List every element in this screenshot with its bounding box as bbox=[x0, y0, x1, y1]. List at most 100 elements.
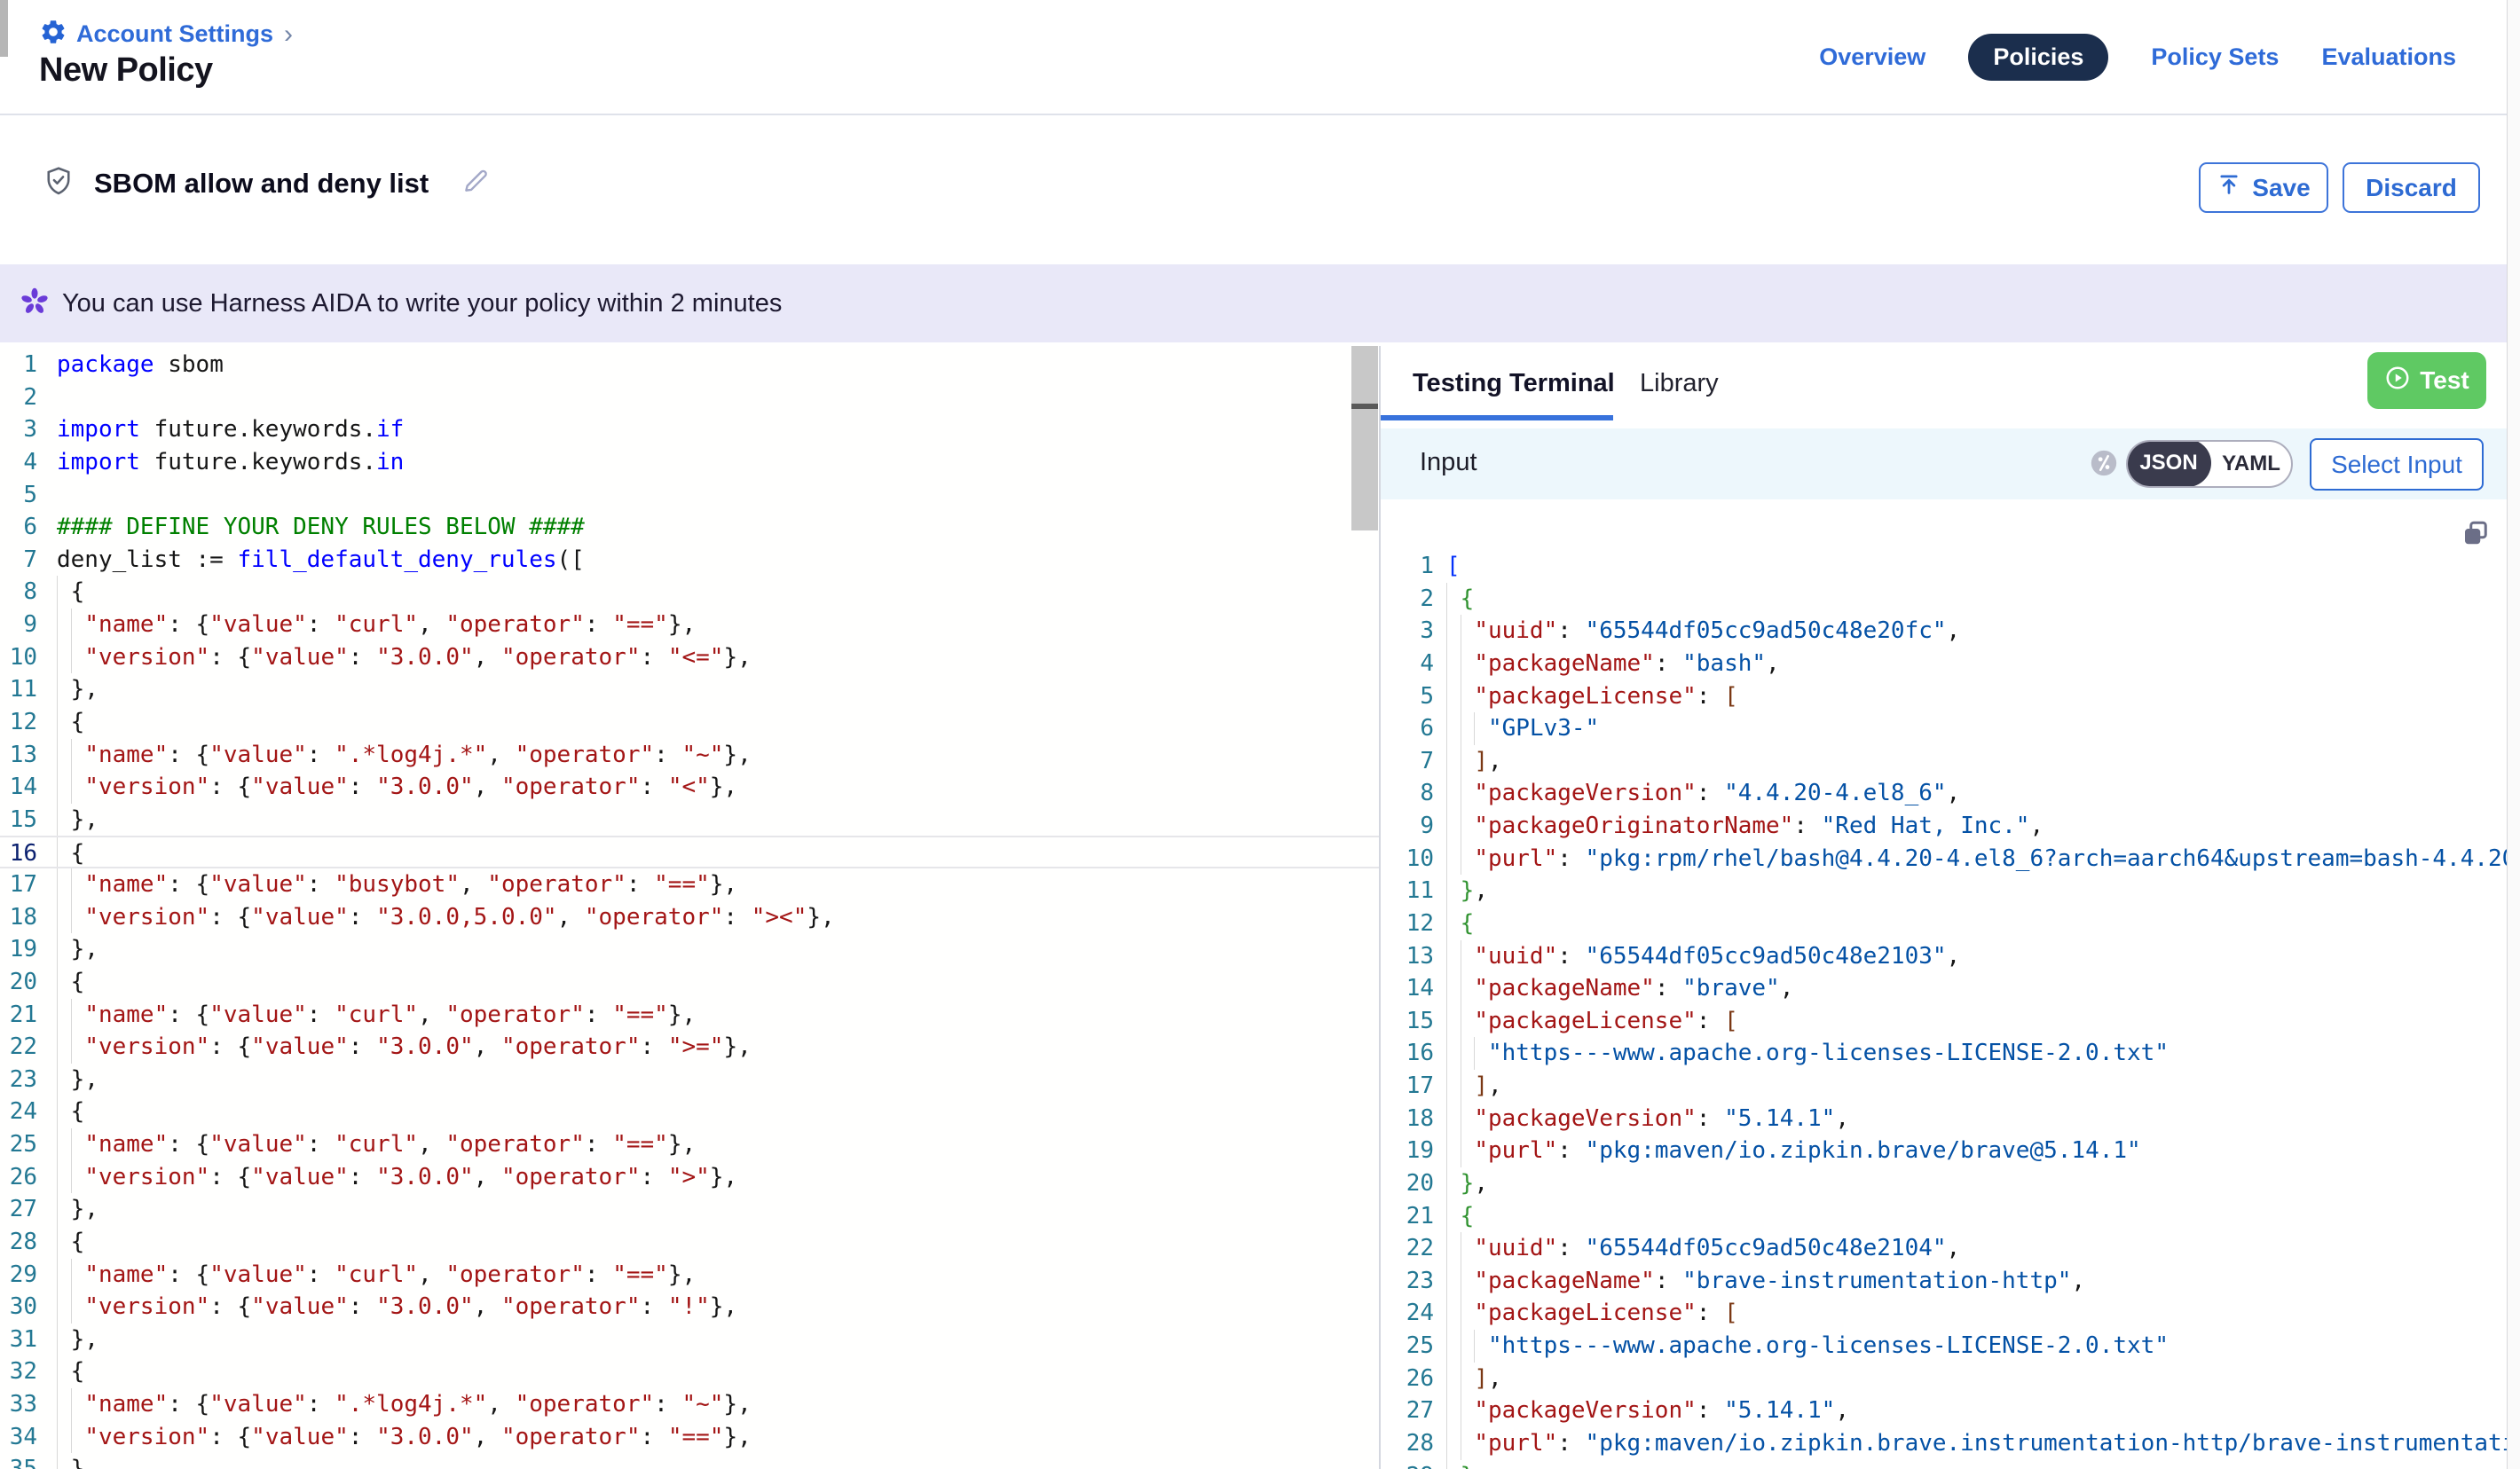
code-line: 14 "packageName": "brave", bbox=[1381, 972, 2507, 1005]
code-line: 18 "version": {"value": "3.0.0,5.0.0", "… bbox=[0, 901, 1379, 934]
code-line: 26 "version": {"value": "3.0.0", "operat… bbox=[0, 1161, 1379, 1194]
code-line: 21 "name": {"value": "curl", "operator":… bbox=[0, 999, 1379, 1032]
editor-scrollbar[interactable] bbox=[1351, 346, 1378, 530]
code-line: 20 }, bbox=[1381, 1167, 2507, 1200]
input-toolbar: Input JSON YAML Select Input bbox=[1381, 428, 2507, 499]
code-line: 19 }, bbox=[0, 933, 1379, 966]
code-line: 8 { bbox=[0, 576, 1379, 609]
code-line: 29 }, bbox=[1381, 1460, 2507, 1469]
code-line: 3 "uuid": "65544df05cc9ad50c48e20fc", bbox=[1381, 615, 2507, 648]
code-line: 12 { bbox=[1381, 907, 2507, 940]
code-line: 6 "GPLv3-" bbox=[1381, 712, 2507, 745]
code-line: 9 "name": {"value": "curl", "operator": … bbox=[0, 609, 1379, 641]
shield-check-icon bbox=[43, 165, 75, 201]
nav-overview[interactable]: Overview bbox=[1819, 43, 1925, 71]
window-edge bbox=[0, 0, 8, 57]
code-line: 21 { bbox=[1381, 1200, 2507, 1233]
code-line: 11 }, bbox=[1381, 875, 2507, 907]
code-line: 33 "name": {"value": ".*log4j.*", "opera… bbox=[0, 1388, 1379, 1421]
code-line: 17 "name": {"value": "busybot", "operato… bbox=[0, 868, 1379, 901]
code-line: 10 "version": {"value": "3.0.0", "operat… bbox=[0, 641, 1379, 674]
code-line: 15 "packageLicense": [ bbox=[1381, 1005, 2507, 1038]
code-line: 30 "version": {"value": "3.0.0", "operat… bbox=[0, 1291, 1379, 1324]
code-line: 16 "https---www.apache.org-licenses-LICE… bbox=[1381, 1037, 2507, 1070]
code-line: 11 }, bbox=[0, 673, 1379, 706]
settings-gear-icon bbox=[39, 18, 67, 51]
code-line: 26 ], bbox=[1381, 1363, 2507, 1395]
code-line: 12 { bbox=[0, 706, 1379, 739]
policy-title-row: SBOM allow and deny list bbox=[43, 165, 491, 201]
page-scrollbar[interactable] bbox=[2507, 0, 2520, 1469]
code-line: 29 "name": {"value": "curl", "operator":… bbox=[0, 1259, 1379, 1292]
cursor-position-marker bbox=[1351, 404, 1378, 409]
page-title: New Policy bbox=[39, 51, 213, 90]
code-line: 13 "name": {"value": ".*log4j.*", "opera… bbox=[0, 739, 1379, 772]
toggle-yaml[interactable]: YAML bbox=[2211, 452, 2291, 476]
terminal-tabs: Testing Terminal Library Test bbox=[1381, 346, 2507, 428]
code-line: 14 "version": {"value": "3.0.0", "operat… bbox=[0, 771, 1379, 804]
testing-panel: Testing Terminal Library Test Input JSON… bbox=[1381, 346, 2507, 1469]
code-line: 25 "name": {"value": "curl", "operator":… bbox=[0, 1128, 1379, 1161]
select-input-button[interactable]: Select Input bbox=[2310, 438, 2484, 491]
code-line: 22 "uuid": "65544df05cc9ad50c48e2104", bbox=[1381, 1232, 2507, 1265]
expression-icon[interactable] bbox=[2089, 448, 2119, 483]
code-line: 20 { bbox=[0, 966, 1379, 999]
code-line: 27 }, bbox=[0, 1193, 1379, 1226]
nav-evaluations[interactable]: Evaluations bbox=[2321, 43, 2456, 71]
code-line: 34 "version": {"value": "3.0.0", "operat… bbox=[0, 1421, 1379, 1454]
test-button-label: Test bbox=[2420, 366, 2469, 395]
edit-pencil-icon[interactable] bbox=[461, 166, 491, 200]
toggle-json[interactable]: JSON bbox=[2126, 440, 2211, 487]
code-line: 35 }, bbox=[0, 1453, 1379, 1469]
play-circle-icon bbox=[2384, 365, 2411, 397]
tab-testing-terminal[interactable]: Testing Terminal bbox=[1413, 369, 1615, 398]
code-line: 23 }, bbox=[0, 1064, 1379, 1096]
code-line: 6#### DEFINE YOUR DENY RULES BELOW #### bbox=[0, 511, 1379, 544]
code-line: 4 "packageName": "bash", bbox=[1381, 648, 2507, 680]
code-line: 22 "version": {"value": "3.0.0", "operat… bbox=[0, 1031, 1379, 1064]
copy-icon[interactable] bbox=[2460, 518, 2492, 554]
nav-policies[interactable]: Policies bbox=[1968, 34, 2108, 81]
code-line: 7deny_list := fill_default_deny_rules([ bbox=[0, 544, 1379, 577]
input-json-editor[interactable]: 1[2 {3 "uuid": "65544df05cc9ad50c48e20fc… bbox=[1381, 550, 2507, 1469]
code-line: 4import future.keywords.in bbox=[0, 446, 1379, 479]
page-header: Account Settings › New Policy Overview P… bbox=[0, 0, 2520, 115]
active-tab-underline bbox=[1381, 415, 1613, 420]
code-line: 27 "packageVersion": "5.14.1", bbox=[1381, 1394, 2507, 1427]
code-line: 2 { bbox=[1381, 583, 2507, 616]
code-line: 2 bbox=[0, 381, 1379, 414]
code-line: 25 "https---www.apache.org-licenses-LICE… bbox=[1381, 1330, 2507, 1363]
code-line: 10 "purl": "pkg:rpm/rhel/bash@4.4.20-4.e… bbox=[1381, 843, 2507, 876]
code-line: 31 }, bbox=[0, 1324, 1379, 1356]
aida-banner-text: You can use Harness AIDA to write your p… bbox=[62, 289, 782, 318]
code-line: 1[ bbox=[1381, 550, 2507, 583]
nav-policy-sets[interactable]: Policy Sets bbox=[2151, 43, 2279, 71]
code-line: 32 { bbox=[0, 1355, 1379, 1388]
code-line: 1package sbom bbox=[0, 349, 1379, 381]
code-line: 24 { bbox=[0, 1096, 1379, 1128]
discard-button[interactable]: Discard bbox=[2343, 162, 2480, 213]
breadcrumb: Account Settings › bbox=[39, 18, 293, 51]
input-label: Input bbox=[1420, 448, 1477, 477]
code-line: 16 { bbox=[0, 836, 1379, 868]
code-line: 3import future.keywords.if bbox=[0, 413, 1379, 446]
policy-code-editor[interactable]: 1package sbom23import future.keywords.if… bbox=[0, 346, 1379, 1469]
save-button[interactable]: Save bbox=[2199, 162, 2328, 213]
code-line: 8 "packageVersion": "4.4.20-4.el8_6", bbox=[1381, 777, 2507, 810]
aida-flower-icon bbox=[20, 287, 50, 321]
test-button[interactable]: Test bbox=[2367, 352, 2486, 409]
code-line: 15 }, bbox=[0, 804, 1379, 837]
code-line: 24 "packageLicense": [ bbox=[1381, 1297, 2507, 1330]
code-line: 23 "packageName": "brave-instrumentation… bbox=[1381, 1265, 2507, 1298]
tab-library[interactable]: Library bbox=[1640, 369, 1719, 398]
code-line: 5 "packageLicense": [ bbox=[1381, 680, 2507, 713]
code-line: 7 ], bbox=[1381, 745, 2507, 778]
top-nav: Overview Policies Policy Sets Evaluation… bbox=[1819, 32, 2456, 82]
breadcrumb-account-settings[interactable]: Account Settings bbox=[76, 20, 273, 48]
code-line: 19 "purl": "pkg:maven/io.zipkin.brave/br… bbox=[1381, 1135, 2507, 1167]
select-input-label: Select Input bbox=[2331, 451, 2462, 479]
code-line: 9 "packageOriginatorName": "Red Hat, Inc… bbox=[1381, 810, 2507, 843]
discard-label: Discard bbox=[2366, 174, 2457, 202]
upload-icon bbox=[2217, 172, 2241, 203]
code-line: 28 { bbox=[0, 1226, 1379, 1259]
